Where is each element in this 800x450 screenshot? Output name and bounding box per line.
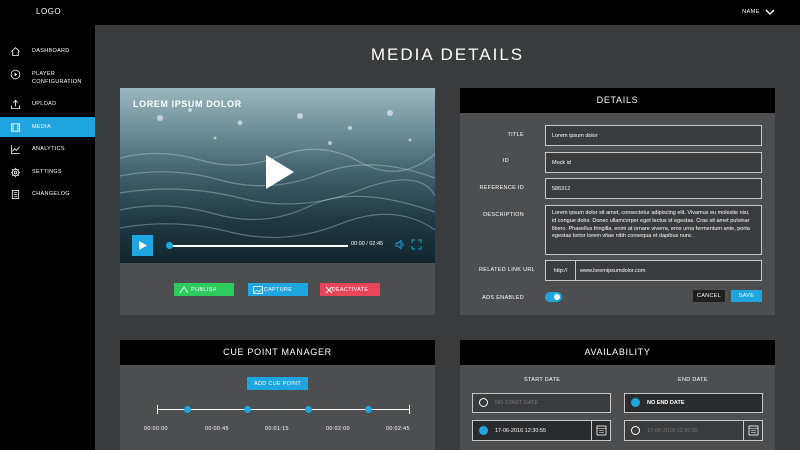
- sidebar-item-label: PLAYER CONFIGURATION: [32, 71, 82, 85]
- cue-timeline[interactable]: [157, 409, 410, 410]
- tick-label: 00:00:45: [205, 426, 229, 432]
- publish-button[interactable]: PUBLISH: [174, 283, 234, 296]
- logo[interactable]: LOGO: [36, 7, 61, 16]
- user-name[interactable]: NAME: [742, 9, 760, 15]
- play-icon[interactable]: [264, 154, 296, 190]
- upload-icon: [10, 99, 21, 109]
- sidebar-item-label: UPLOAD: [32, 101, 57, 107]
- radio-end-date[interactable]: [631, 426, 640, 435]
- timeline-start-cap: [157, 405, 158, 414]
- play-circle-icon: [10, 69, 21, 80]
- sidebar-item-dashboard[interactable]: DASHBOARD: [0, 41, 95, 61]
- sidebar-item-label: ANALYTICS: [32, 146, 65, 152]
- calendar-icon: [596, 425, 607, 436]
- radio-start-date[interactable]: [479, 426, 488, 435]
- cue-point-heading: CUE POINT MANAGER: [120, 340, 435, 365]
- analytics-icon: [10, 144, 20, 154]
- save-button[interactable]: SAVE: [731, 290, 762, 302]
- reference-id-field[interactable]: 586312: [545, 178, 762, 199]
- play-icon: [139, 241, 147, 250]
- capture-button[interactable]: CAPTURE: [248, 283, 308, 296]
- ads-enabled-label: ADS ENABLED: [482, 295, 524, 301]
- timeline-end-cap: [409, 405, 410, 414]
- title-label: TITLE: [507, 132, 524, 138]
- start-date-calendar[interactable]: [591, 421, 610, 440]
- tick-label: 00:00:00: [144, 426, 168, 432]
- play-button[interactable]: [132, 235, 153, 256]
- publish-label: PUBLISH: [191, 286, 217, 293]
- sidebar-item-analytics[interactable]: ANALYTICS: [0, 139, 95, 159]
- cue-point-marker[interactable]: [305, 406, 312, 413]
- sidebar-item-label: CHANGELOG: [32, 191, 70, 197]
- reference-id-label: REFERENCE ID: [479, 185, 524, 191]
- no-end-date-option[interactable]: NO END DATE: [624, 393, 763, 413]
- sidebar-item-player-configuration[interactable]: PLAYER CONFIGURATION: [0, 67, 95, 89]
- link-prefix: http://: [546, 261, 576, 280]
- document-icon: [11, 189, 20, 199]
- video-player[interactable]: LOREM IPSUM DOLOR 00:00 / 02:45: [120, 88, 435, 263]
- main-content: MEDIA DETAILS LOREM IPSUM DOLOR 00:00 / …: [95, 25, 800, 450]
- related-link-label: RELATED LINK URL: [478, 267, 535, 273]
- tick-label: 00:02:00: [326, 426, 350, 432]
- description-label: DESCRIPTION: [483, 212, 524, 218]
- image-icon: [253, 285, 263, 294]
- deactivate-button[interactable]: DEACTIVATE: [320, 283, 380, 296]
- sidebar-item-label: MEDIA: [32, 124, 51, 130]
- no-start-date-option[interactable]: NO START DATE: [472, 393, 611, 413]
- chevron-down-icon[interactable]: [764, 7, 776, 17]
- seek-handle[interactable]: [166, 242, 173, 249]
- title-field[interactable]: Lorem ipsum dolor: [545, 125, 762, 146]
- tick-label: 00:02:45: [386, 426, 410, 432]
- video-time: 00:00 / 02:45: [351, 241, 384, 247]
- fullscreen-icon[interactable]: [411, 239, 422, 250]
- sidebar-item-upload[interactable]: UPLOAD: [0, 94, 95, 114]
- id-label: ID: [502, 158, 509, 164]
- sidebar-item-label: DASHBOARD: [32, 48, 70, 54]
- availability-heading: AVAILABILITY: [460, 340, 775, 365]
- cancel-button[interactable]: CANCEL: [693, 290, 725, 302]
- toggle-knob: [553, 293, 561, 301]
- cue-point-marker[interactable]: [365, 406, 372, 413]
- details-heading: DETAILS: [460, 88, 775, 113]
- sidebar-item-label: SETTINGS: [32, 169, 62, 175]
- cue-point-marker[interactable]: [184, 406, 191, 413]
- availability-panel: AVAILABILITY START DATE END DATE NO STAR…: [460, 340, 775, 450]
- sidebar-item-changelog[interactable]: CHANGELOG: [0, 184, 95, 204]
- add-cue-point-button[interactable]: ADD CUE POINT: [247, 377, 308, 390]
- home-icon: [11, 46, 20, 56]
- seek-bar[interactable]: [170, 245, 348, 247]
- calendar-icon: [748, 425, 759, 436]
- sidebar-item-media[interactable]: MEDIA: [0, 117, 95, 137]
- link-value: www.loremipsumdolor.com: [580, 267, 646, 274]
- sidebar-item-settings[interactable]: SETTINGS: [0, 162, 95, 182]
- sidebar: DASHBOARD PLAYER CONFIGURATION UPLOAD MED…: [0, 25, 95, 450]
- radio-no-end-date[interactable]: [631, 398, 640, 407]
- cue-point-panel: CUE POINT MANAGER ADD CUE POINT 00:00:00…: [120, 340, 435, 450]
- deactivate-label: DEACTIVATE: [331, 286, 369, 293]
- id-field[interactable]: Mock id: [545, 152, 762, 173]
- radio-no-start-date[interactable]: [479, 398, 488, 407]
- details-panel: DETAILS TITLE Lorem ipsum dolor ID Mock …: [460, 88, 775, 315]
- volume-icon[interactable]: [395, 239, 406, 250]
- cue-point-marker[interactable]: [244, 406, 251, 413]
- related-link-field[interactable]: http:// www.loremipsumdolor.com: [545, 260, 762, 281]
- publish-icon: [179, 285, 189, 293]
- video-title: LOREM IPSUM DOLOR: [133, 99, 242, 109]
- end-date-calendar[interactable]: [743, 421, 762, 440]
- tick-label: 00:01:15: [265, 426, 289, 432]
- end-date-heading: END DATE: [678, 377, 708, 383]
- film-icon: [10, 122, 21, 132]
- gear-icon: [10, 167, 21, 177]
- capture-label: CAPTURE: [263, 286, 293, 293]
- close-icon: [325, 286, 333, 293]
- video-panel: LOREM IPSUM DOLOR 00:00 / 02:45 PUBLISH …: [120, 88, 435, 315]
- ads-toggle[interactable]: [545, 292, 562, 302]
- top-bar: LOGO NAME: [0, 0, 800, 25]
- description-field[interactable]: Lorem ipsum dolor sit amet, consectetur …: [545, 205, 762, 255]
- start-date-heading: START DATE: [524, 377, 561, 383]
- page-title: MEDIA DETAILS: [370, 45, 525, 64]
